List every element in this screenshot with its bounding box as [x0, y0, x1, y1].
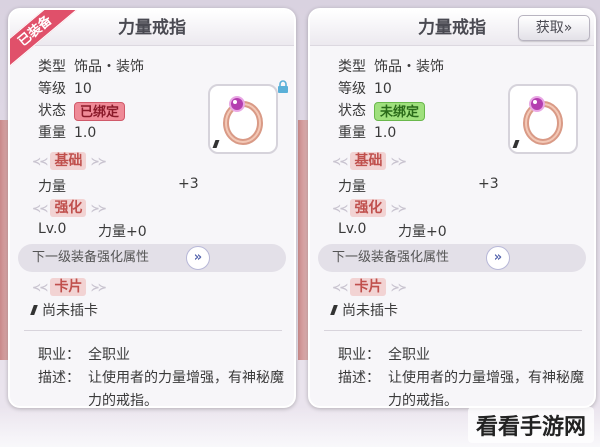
info-value: 1.0: [74, 125, 97, 141]
description-text: 让使用者的力量增强，有神秘魔力的戒指。: [88, 370, 284, 408]
ring-icon: [223, 96, 263, 145]
card-empty-label: 尚未插卡: [42, 303, 98, 319]
section-base-label: 基础: [50, 152, 87, 170]
next-level-refine-bar[interactable]: 下一级装备强化属性 »: [318, 244, 586, 272]
section-base-label: 基础: [350, 152, 387, 170]
info-label: 类型: [38, 59, 66, 75]
next-level-label: 下一级装备强化属性: [32, 250, 150, 265]
job-row: 职业： 全职业: [338, 344, 430, 366]
card-slot-marker: [30, 305, 38, 315]
job-value: 全职业: [88, 347, 130, 363]
status-badge: 已绑定: [74, 101, 126, 121]
stat-value: +3: [178, 176, 199, 192]
stat-row-strength: 力量 +3: [338, 176, 518, 196]
info-row-weight: 重量 1.0: [338, 122, 444, 144]
description-label: 描述：: [38, 370, 80, 386]
item-info: 类型 饰品・装饰 等级 10 状态 已绑定 重量 1.0: [38, 56, 144, 144]
job-value: 全职业: [388, 347, 430, 363]
ring-icon: [523, 96, 563, 145]
item-info: 类型 饰品・装饰 等级 10 状态 未绑定 重量 1.0: [338, 56, 444, 144]
status-badge: 未绑定: [374, 101, 426, 121]
section-card-label: 卡片: [350, 278, 387, 296]
info-row-weight: 重量 1.0: [38, 122, 144, 144]
refine-level: Lv.0: [338, 221, 367, 237]
section-card: ≺≺ 卡片 ≻≻: [32, 278, 107, 296]
card-empty-label: 尚未插卡: [342, 303, 398, 319]
info-label: 重量: [38, 125, 66, 141]
info-row-type: 类型 饰品・装饰: [338, 56, 444, 78]
watermark: 看看手游网: [467, 407, 594, 443]
double-chevron-right-icon[interactable]: »: [186, 246, 210, 270]
item-tooltip-card-unequipped: 力量戒指 获取» 类型 饰品・装饰 等级 10 状态 未绑定 重量 1.0 ≺≺…: [308, 8, 596, 408]
info-value: 10: [374, 81, 392, 97]
section-card-label: 卡片: [50, 278, 87, 296]
info-label: 等级: [338, 81, 366, 97]
section-card: ≺≺ 卡片 ≻≻: [332, 278, 407, 296]
stat-value: +3: [478, 176, 499, 192]
info-label: 重量: [338, 125, 366, 141]
refine-stat: 力量+0: [398, 224, 447, 240]
refine-level: Lv.0: [38, 221, 67, 237]
divider: [324, 330, 582, 331]
section-base: ≺≺ 基础 ≻≻: [32, 152, 107, 170]
info-label: 类型: [338, 59, 366, 75]
info-row-level: 等级 10: [38, 78, 144, 100]
next-level-label: 下一级装备强化属性: [332, 250, 450, 265]
card-slot: 尚未插卡: [330, 300, 398, 320]
refine-stat: 力量+0: [98, 224, 147, 240]
info-label: 等级: [38, 81, 66, 97]
section-base: ≺≺ 基础 ≻≻: [332, 152, 407, 170]
description-label: 描述：: [338, 370, 380, 386]
divider: [24, 330, 282, 331]
lock-icon: [278, 80, 288, 93]
info-row-status: 状态 未绑定: [338, 100, 444, 122]
section-refine: ≺≺ 强化 ≻≻: [332, 199, 407, 217]
info-value: 饰品・装饰: [374, 59, 444, 75]
section-refine: ≺≺ 强化 ≻≻: [32, 199, 107, 217]
description-row: 描述： 让使用者的力量增强，有神秘魔力的戒指。: [338, 367, 588, 408]
card-slot: 尚未插卡: [30, 300, 98, 320]
stat-row-strength: 力量 +3: [38, 176, 218, 196]
stat-name: 力量: [338, 179, 366, 195]
next-level-refine-bar[interactable]: 下一级装备强化属性 »: [18, 244, 286, 272]
double-chevron-right-icon[interactable]: »: [486, 246, 510, 270]
description-text: 让使用者的力量增强，有神秘魔力的戒指。: [388, 370, 584, 408]
refine-row: Lv.0 力量+0: [38, 221, 147, 241]
info-value: 10: [74, 81, 92, 97]
info-row-level: 等级 10: [338, 78, 444, 100]
item-slot[interactable]: [508, 84, 578, 154]
job-label: 职业：: [38, 347, 80, 363]
item-slot[interactable]: [208, 84, 278, 154]
stat-name: 力量: [38, 179, 66, 195]
info-row-type: 类型 饰品・装饰: [38, 56, 144, 78]
section-refine-label: 强化: [350, 199, 387, 217]
refine-row: Lv.0 力量+0: [338, 221, 447, 241]
info-value: 饰品・装饰: [74, 59, 144, 75]
job-label: 职业：: [338, 347, 380, 363]
description-row: 描述： 让使用者的力量增强，有神秘魔力的戒指。: [38, 367, 288, 408]
info-value: 1.0: [374, 125, 397, 141]
item-tooltip-card-equipped: 已装备 力量戒指 类型 饰品・装饰 等级 10 状态 已绑定 重量 1.0 ≺≺…: [8, 8, 296, 408]
section-refine-label: 强化: [50, 199, 87, 217]
info-row-status: 状态 已绑定: [38, 100, 144, 122]
obtain-button[interactable]: 获取»: [518, 15, 590, 41]
info-label: 状态: [38, 103, 66, 119]
job-row: 职业： 全职业: [38, 344, 130, 366]
info-label: 状态: [338, 103, 366, 119]
card-slot-marker: [330, 305, 338, 315]
